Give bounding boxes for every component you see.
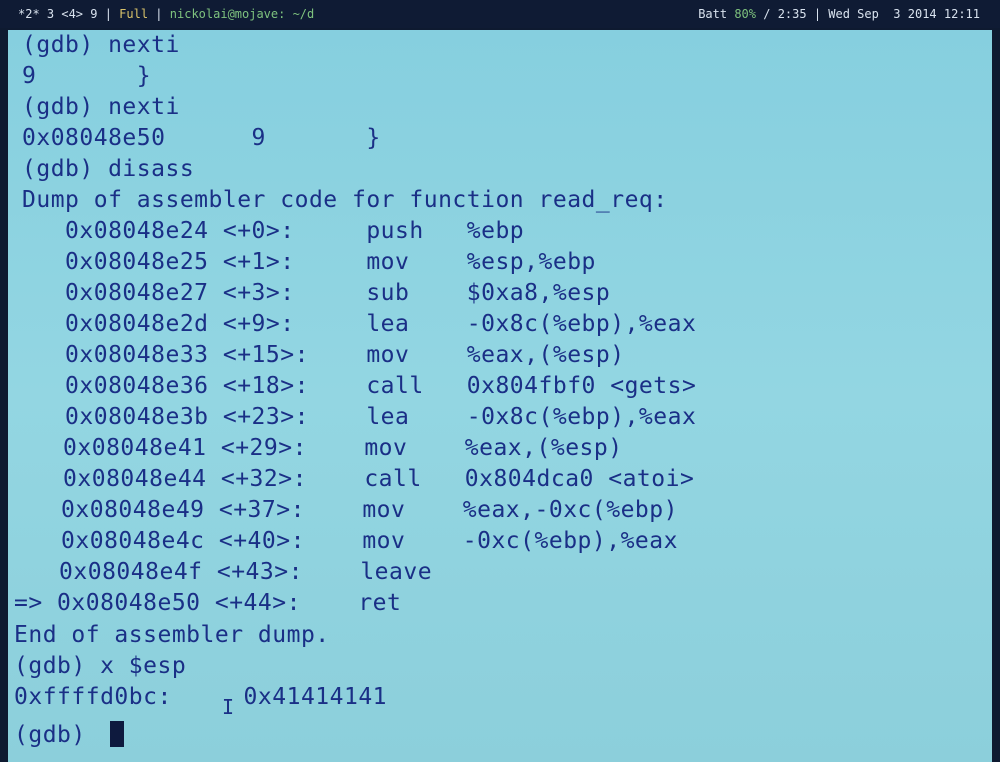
terminal-line: 0x08048e27 <+3>: sub $0xa8,%esp — [22, 280, 611, 306]
terminal-line: 0x08048e4f <+43>: leave — [16, 559, 433, 585]
terminal-line: 0x08048e33 <+15>: mov %eax,(%esp) — [22, 342, 625, 368]
terminal-line: 0x08048e49 <+37>: mov %eax,-0xc(%ebp) — [18, 497, 678, 523]
terminal-line: 0x08048e41 <+29>: mov %eax,(%esp) — [20, 435, 623, 461]
status-left: *2* 3 <4> 9 | Full | nickolai@mojave: ~/… — [18, 0, 314, 28]
terminal-line: 9 } — [22, 63, 152, 89]
ibeam-cursor-icon: I — [222, 695, 235, 719]
terminal-line: Dump of assembler code for function read… — [22, 187, 668, 213]
terminal-line: (gdb) nexti — [22, 32, 180, 58]
gdb-prompt: (gdb) — [14, 722, 101, 748]
tmux-status-bar: *2* 3 <4> 9 | Full | nickolai@mojave: ~/… — [0, 0, 1000, 28]
window-list[interactable]: *2* 3 <4> 9 | — [18, 7, 112, 21]
terminal-line: (gdb) disass — [22, 156, 195, 182]
terminal-line: 0x08048e36 <+18>: call 0x804fbf0 <gets> — [22, 373, 697, 399]
terminal-line: 0x08048e2d <+9>: lea -0x8c(%ebp),%eax — [22, 311, 697, 337]
terminal-line: (gdb) nexti — [22, 94, 180, 120]
gdb-terminal[interactable]: (gdb) nexti 9 } (gdb) nexti 0x08048e50 9… — [8, 30, 992, 762]
terminal-line: 0xffffd0bc: 0x41414141 — [14, 684, 388, 710]
status-host: nickolai@mojave: ~/d — [169, 7, 315, 21]
status-separator: | — [155, 7, 163, 21]
gdb-prompt-line[interactable]: (gdb) — [14, 720, 125, 751]
terminal-line: 0x08048e4c <+40>: mov -0xc(%ebp),%eax — [18, 528, 678, 554]
terminal-line: 0x08048e50 9 } — [22, 125, 381, 151]
battery-percent: 80% — [734, 7, 757, 21]
terminal-line: 0x08048e24 <+0>: push %ebp — [22, 218, 525, 244]
battery-time-date: / 2:35 | Wed Sep 3 2014 12:11 — [763, 7, 980, 21]
terminal-line: 0x08048e25 <+1>: mov %esp,%ebp — [22, 249, 596, 275]
terminal-line: 0x08048e44 <+32>: call 0x804dca0 <atoi> — [20, 466, 695, 492]
status-mode: Full — [119, 7, 149, 21]
battery-label: Batt — [698, 7, 728, 21]
terminal-line: (gdb) x $esp — [14, 653, 187, 679]
status-right: Batt 80% / 2:35 | Wed Sep 3 2014 12:11 — [698, 0, 980, 28]
terminal-line: 0x08048e3b <+23>: lea -0x8c(%ebp),%eax — [22, 404, 697, 430]
terminal-line: End of assembler dump. — [14, 622, 330, 648]
current-instruction-line: => 0x08048e50 <+44>: ret — [14, 590, 402, 616]
text-cursor — [110, 721, 125, 747]
screen: *2* 3 <4> 9 | Full | nickolai@mojave: ~/… — [0, 0, 1000, 762]
